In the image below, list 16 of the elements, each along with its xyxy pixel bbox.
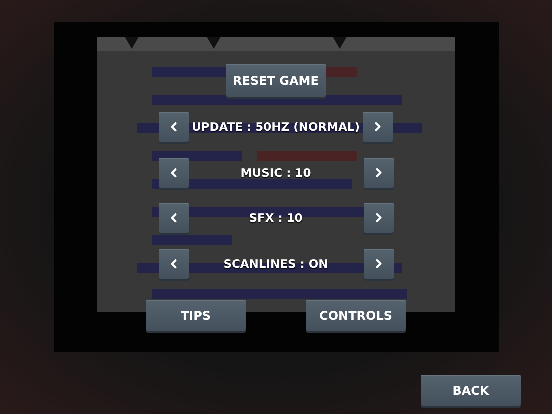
setting-label: SCANLINES : ON [224,257,328,271]
next-button[interactable] [363,112,394,142]
previous-button[interactable] [158,203,188,233]
menu-button[interactable]: TIPS [146,300,246,331]
back-button[interactable]: BACK [421,375,521,406]
previous-button[interactable] [158,112,188,142]
next-button[interactable] [364,158,394,188]
next-button[interactable] [364,249,394,279]
previous-button[interactable] [158,158,188,188]
previous-button[interactable] [158,249,188,279]
menu-button[interactable]: CONTROLS [306,300,406,331]
setting-label: MUSIC : 10 [240,166,312,180]
setting-label: UPDATE : 50HZ (NORMAL) [192,120,360,134]
next-button[interactable] [364,203,394,233]
reset-game-button[interactable]: RESET GAME [226,64,326,97]
setting-label: SFX : 10 [249,211,303,225]
